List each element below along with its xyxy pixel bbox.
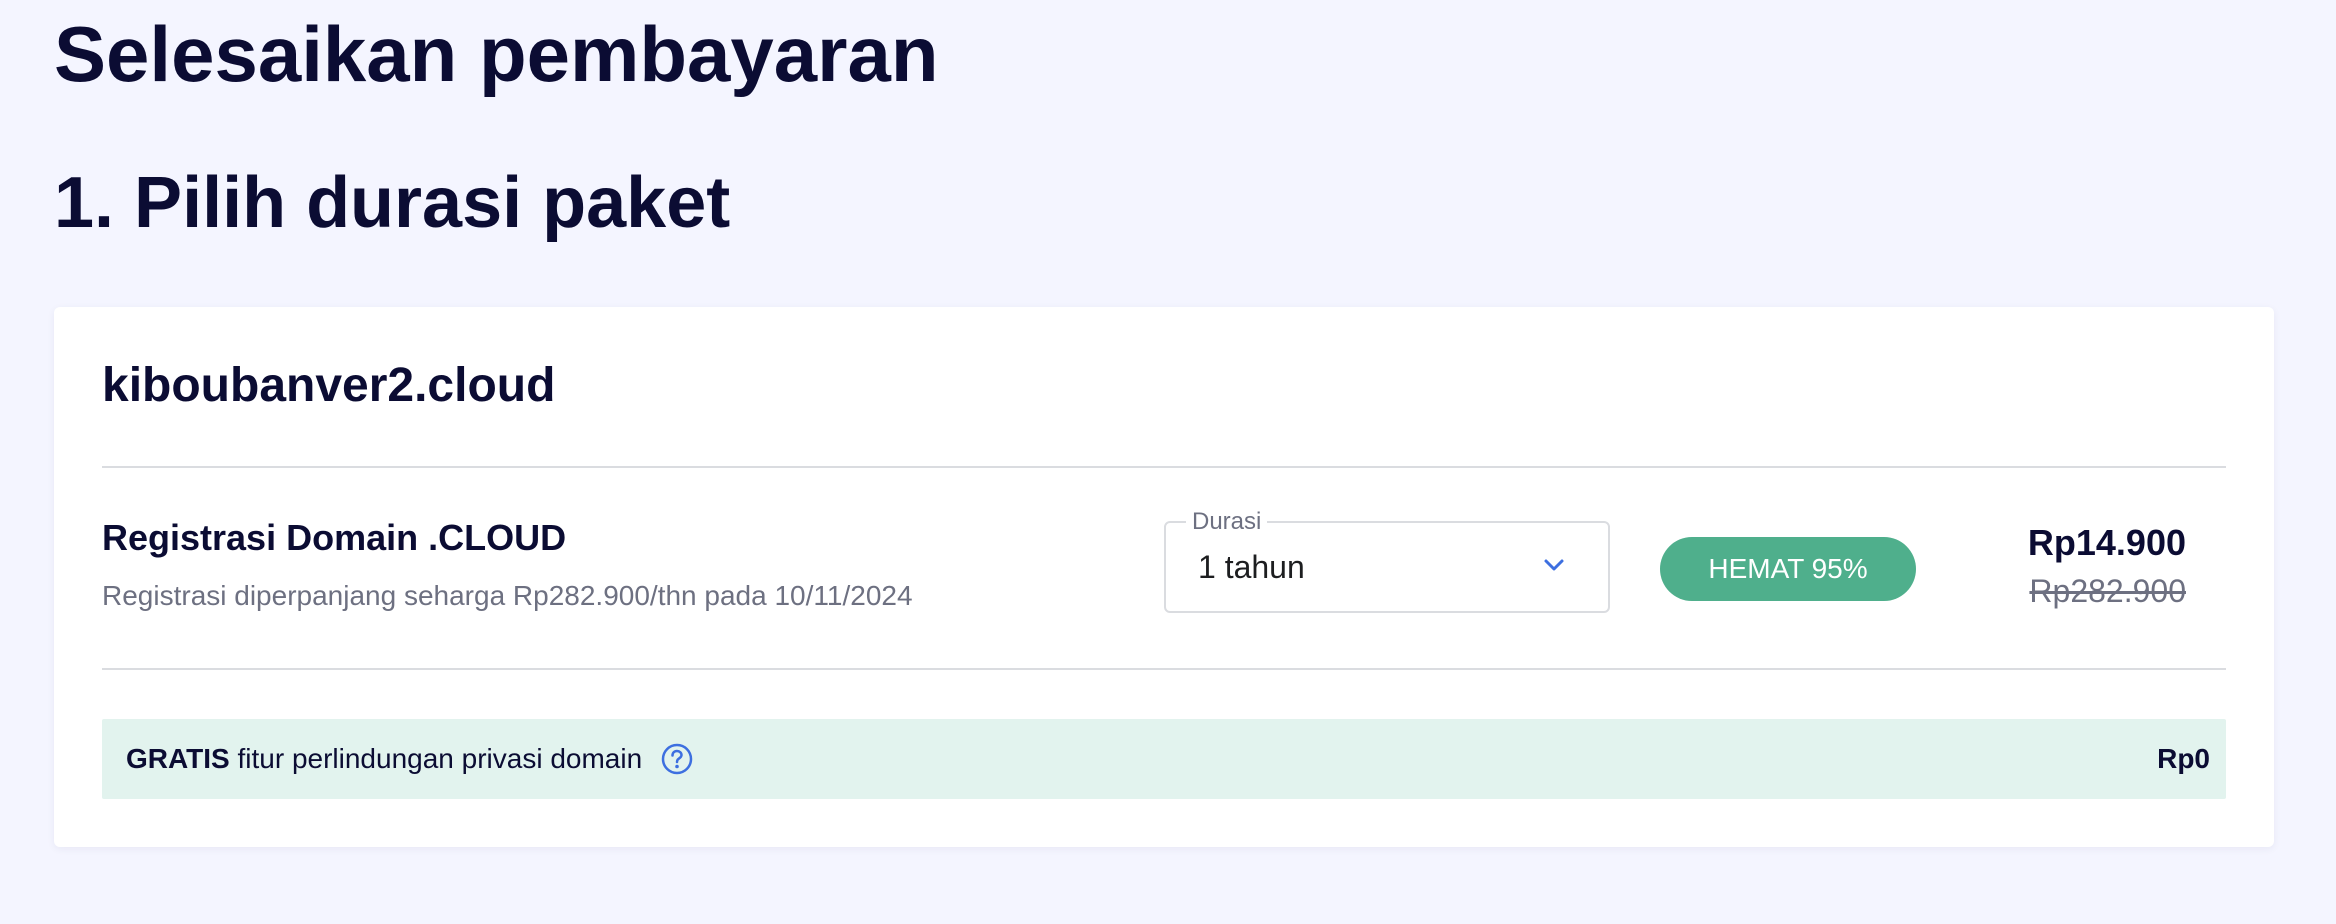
divider-bottom	[102, 668, 2226, 670]
privacy-protection-row: GRATIS fitur perlindungan privasi domain…	[102, 719, 2226, 799]
divider-top	[102, 466, 2226, 468]
duration-label: Durasi	[1186, 507, 1268, 537]
duration-value: 1 tahun	[1198, 549, 1305, 585]
duration-select[interactable]: Durasi 1 tahun	[1164, 507, 1610, 613]
product-name: Registrasi Domain .CLOUD	[102, 517, 567, 558]
checkout-page: Selesaikan pembayaran 1. Pilih durasi pa…	[0, 0, 2336, 924]
chevron-down-icon	[1544, 559, 1564, 571]
privacy-description: fitur perlindungan privasi domain	[229, 743, 643, 774]
price-current: Rp14.900	[2027, 522, 2186, 563]
help-circle-icon[interactable]	[661, 743, 693, 775]
page-title: Selesaikan pembayaran	[54, 10, 939, 98]
privacy-price: Rp0	[2157, 743, 2210, 774]
save-badge: HEMAT 95%	[1660, 537, 1916, 601]
privacy-text: GRATIS fitur perlindungan privasi domain	[126, 743, 642, 775]
renewal-note: Registrasi diperpanjang seharga Rp282.90…	[102, 580, 913, 611]
section-title: 1. Pilih durasi paket	[54, 163, 731, 243]
domain-name: kiboubanver2.cloud	[102, 359, 556, 412]
free-label: GRATIS	[126, 743, 230, 774]
price-original: Rp282.900	[2029, 573, 2186, 609]
domain-card: kiboubanver2.cloud Registrasi Domain .CL…	[54, 307, 2274, 847]
